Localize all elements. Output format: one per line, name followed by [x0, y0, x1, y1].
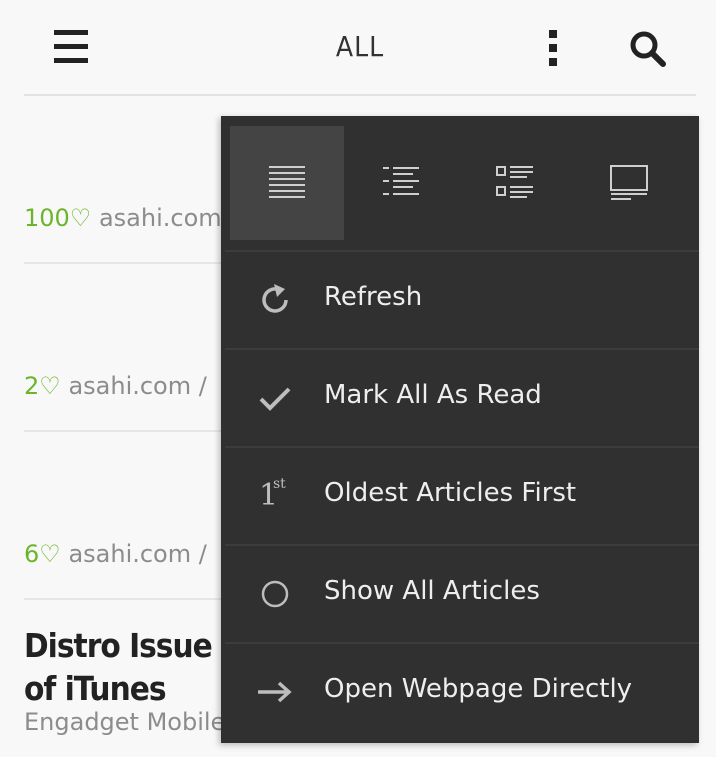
thumbnail-list-view-icon[interactable]: [458, 126, 572, 240]
source-domain: asahi.com: [98, 204, 222, 232]
menu-item-label: Mark All As Read: [324, 380, 542, 410]
full-text-view-icon[interactable]: [230, 126, 344, 240]
menu-item-label: Show All Articles: [324, 576, 540, 606]
like-count: 100♡: [24, 204, 92, 232]
page-title: ALL: [335, 30, 385, 63]
refresh-icon: [255, 280, 295, 320]
menu-item-mark-all-read[interactable]: Mark All As Read: [221, 348, 699, 446]
article-source: Engadget Mobile: [24, 708, 226, 736]
search-icon[interactable]: [628, 29, 668, 69]
menu-item-open-webpage[interactable]: Open Webpage Directly: [221, 642, 699, 740]
checkmark-icon: [255, 378, 295, 418]
overflow-dots-icon[interactable]: [546, 30, 560, 68]
source-domain: asahi.com /: [68, 540, 207, 568]
source-domain: asahi.com /: [68, 372, 207, 400]
menu-item-label: Oldest Articles First: [324, 478, 577, 508]
menu-item-label: Open Webpage Directly: [324, 674, 633, 704]
header-divider: [24, 94, 696, 96]
list-view-icon[interactable]: [344, 126, 458, 240]
menu-item-refresh[interactable]: Refresh: [221, 250, 699, 348]
top-bar: ALL: [0, 0, 716, 96]
like-count: 6♡: [24, 540, 61, 568]
like-count: 2♡: [24, 372, 61, 400]
menu-item-oldest-first[interactable]: 1 st Oldest Articles First: [221, 446, 699, 544]
circle-icon: [255, 574, 295, 614]
view-mode-selector: [221, 116, 699, 250]
menu-item-show-all[interactable]: Show All Articles: [221, 544, 699, 642]
magazine-view-icon[interactable]: [572, 126, 686, 240]
hamburger-menu-icon[interactable]: [54, 30, 90, 64]
arrow-right-icon: [255, 672, 295, 712]
first-order-icon: 1 st: [259, 476, 286, 513]
menu-item-label: Refresh: [324, 282, 423, 312]
overflow-menu: Refresh Mark All As Read 1 st Oldest Art…: [221, 116, 699, 743]
